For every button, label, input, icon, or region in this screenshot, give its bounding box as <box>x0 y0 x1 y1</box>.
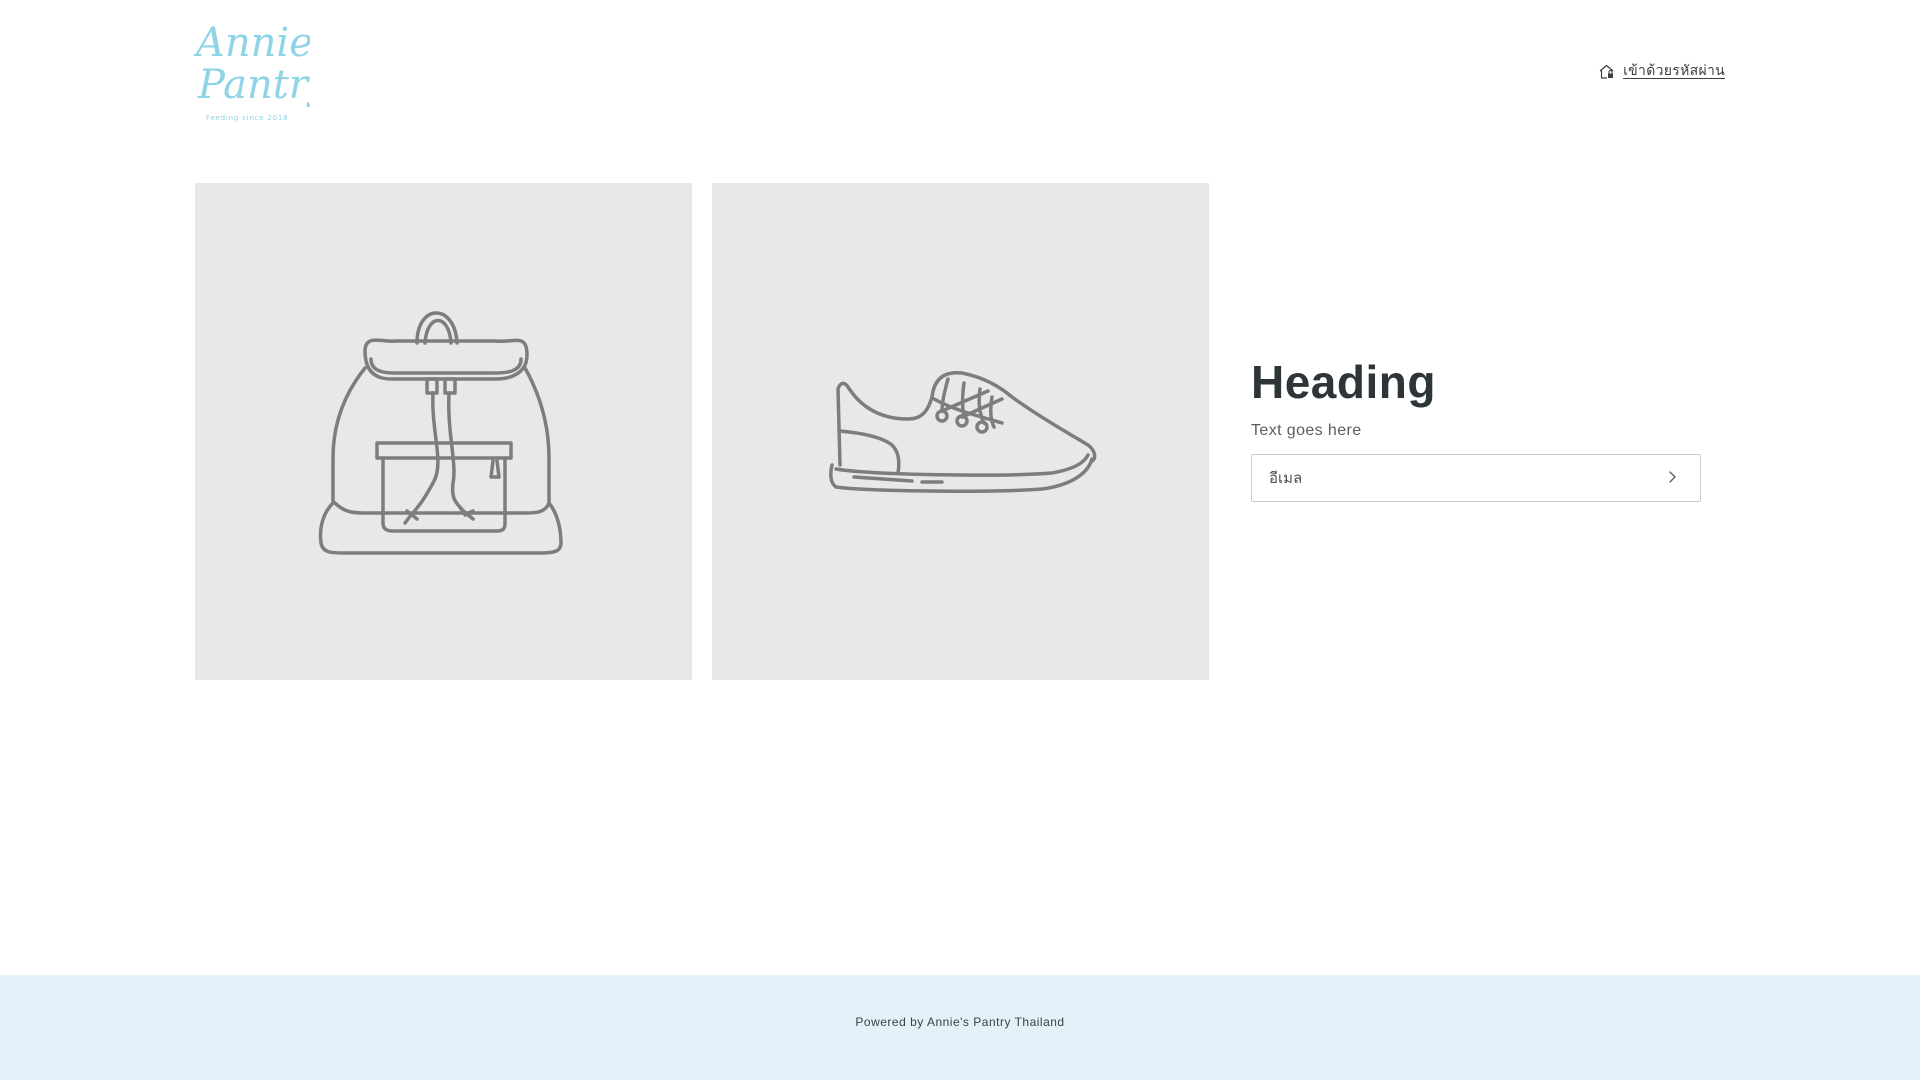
logo-line2: Pantry <box>197 62 310 108</box>
site-footer: Powered by Annie's Pantry Thailand <box>0 975 1920 1080</box>
section-heading: Heading <box>1251 356 1436 408</box>
section-subtext: Text goes here <box>1251 422 1362 439</box>
newsletter-section: Heading Text goes here <box>1251 352 1703 502</box>
logo-tagline: Feeding since 2018 <box>206 114 288 122</box>
powered-by-text: Powered by Annie's Pantry Thailand <box>855 1015 1065 1029</box>
site-header: Annie's Pantry Feeding since 2018 เข้าด้… <box>0 0 1920 140</box>
login-with-password-link[interactable]: เข้าด้วยรหัสผ่าน <box>1598 60 1725 82</box>
chevron-right-icon <box>1660 471 1686 494</box>
lock-house-icon <box>1598 63 1615 80</box>
image-tile-backpack <box>195 183 692 680</box>
page: Annie's Pantry Feeding since 2018 เข้าด้… <box>0 0 1920 1080</box>
logo-line1: Annie's <box>194 20 310 66</box>
email-input[interactable] <box>1252 454 1651 502</box>
email-submit-button[interactable] <box>1660 465 1686 491</box>
brand-logo[interactable]: Annie's Pantry Feeding since 2018 <box>194 14 310 126</box>
email-form <box>1251 454 1701 502</box>
backpack-placeholder-icon <box>318 311 563 555</box>
sneaker-placeholder-icon <box>829 370 1097 493</box>
image-tile-sneaker <box>712 183 1209 680</box>
brand-logo-mark: Annie's Pantry Feeding since 2018 <box>194 20 310 122</box>
login-link-label: เข้าด้วยรหัสผ่าน <box>1623 62 1725 78</box>
